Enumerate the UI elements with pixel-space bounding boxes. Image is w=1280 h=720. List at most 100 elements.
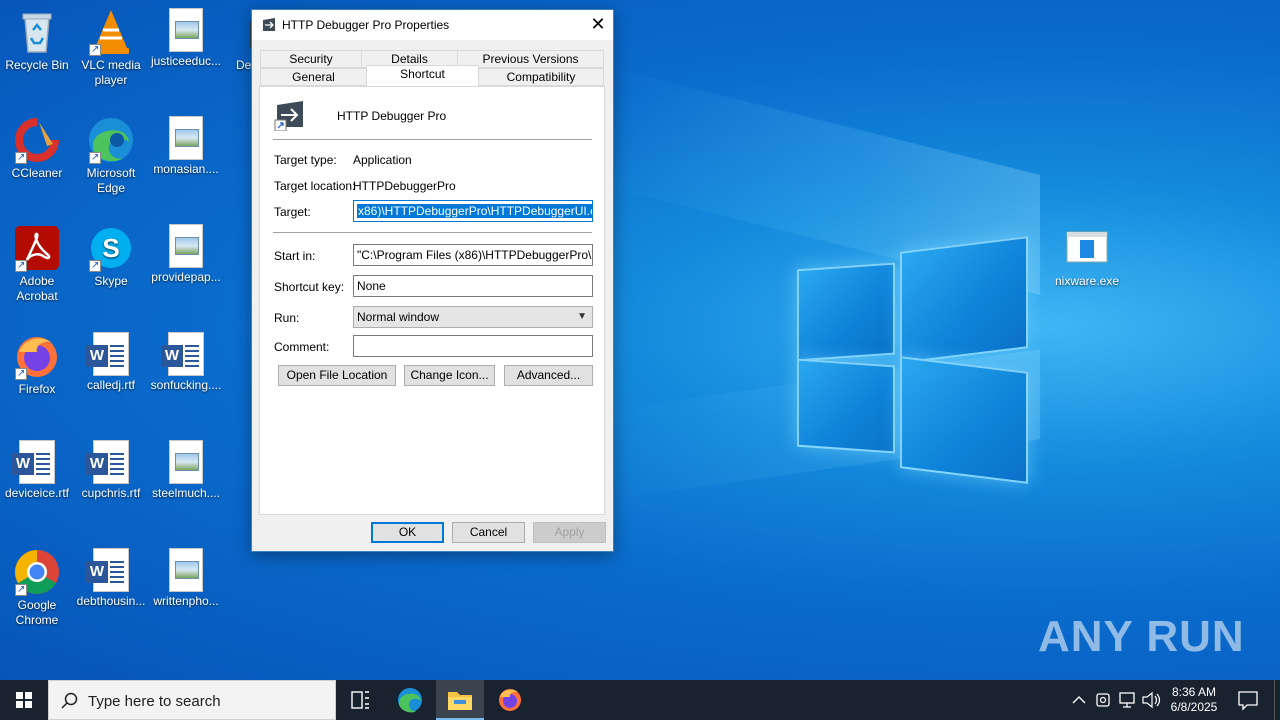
desktop-icon-calledj-rtf[interactable]: W calledj.rtf xyxy=(74,332,148,393)
http-debugger-icon xyxy=(261,17,277,33)
image-file-icon xyxy=(169,8,203,52)
desktop-icon-steelmuch[interactable]: steelmuch.... xyxy=(149,440,223,501)
desktop-icon-writtenpho[interactable]: writtenpho... xyxy=(149,548,223,609)
taskbar-firefox-button[interactable] xyxy=(486,680,534,720)
desktop-icon-vlc[interactable]: VLC media player xyxy=(74,8,148,88)
desktop-icon-debthousin[interactable]: W debthousin... xyxy=(74,548,148,609)
tab-previous-versions[interactable]: Previous Versions xyxy=(457,50,604,68)
tray-device-button[interactable] xyxy=(1092,680,1114,720)
word-document-icon: W xyxy=(161,332,204,376)
desktop-icon-label: deviceice.rtf xyxy=(4,486,70,500)
image-file-icon xyxy=(169,116,203,160)
desktop-icon-label: monasian.... xyxy=(153,162,219,176)
vlc-icon xyxy=(87,8,135,57)
target-field[interactable]: x86)\HTTPDebuggerPro\HTTPDebuggerUI.exe" xyxy=(353,200,593,222)
target-label: Target: xyxy=(274,205,311,219)
comment-field[interactable] xyxy=(353,335,593,357)
desktop-icon-ccleaner[interactable]: CCleaner xyxy=(0,116,74,181)
tab-shortcut[interactable]: Shortcut xyxy=(366,65,479,86)
desktop-icon-recycle-bin[interactable]: Recycle Bin xyxy=(0,8,74,73)
tray-network-button[interactable] xyxy=(1116,680,1138,720)
desktop-icon-monasian[interactable]: monasian.... xyxy=(149,116,223,177)
folder-icon xyxy=(448,692,472,710)
show-hidden-icons-button[interactable] xyxy=(1068,680,1090,720)
taskbar-search-box[interactable]: Type here to search xyxy=(48,680,336,720)
desktop-icon-cupchris-rtf[interactable]: W cupchris.rtf xyxy=(74,440,148,501)
ccleaner-icon xyxy=(13,116,61,165)
edge-icon xyxy=(398,688,422,713)
desktop-icon-skype[interactable]: S Skype xyxy=(74,224,148,289)
desktop-icon-sonfucking[interactable]: W sonfucking.... xyxy=(149,332,223,393)
target-location-label: Target location: xyxy=(274,179,356,193)
desktop-icon-label: Microsoft Edge xyxy=(86,166,136,195)
advanced-button[interactable]: Advanced... xyxy=(504,365,593,386)
desktop-icon-label: steelmuch.... xyxy=(151,486,221,500)
run-select-value: Normal window xyxy=(357,310,440,324)
shortcut-arrow-icon xyxy=(89,150,101,165)
start-in-field[interactable]: "C:\Program Files (x86)\HTTPDebuggerPro\… xyxy=(353,244,593,266)
desktop-icon-adobe-acrobat[interactable]: Adobe Acrobat xyxy=(0,224,74,304)
desktop-icon-deviceice-rtf[interactable]: W deviceice.rtf xyxy=(0,440,74,501)
change-icon-button[interactable]: Change Icon... xyxy=(404,365,495,386)
tab-compatibility[interactable]: Compatibility xyxy=(478,68,604,86)
comment-label: Comment: xyxy=(274,340,330,354)
action-center-button[interactable] xyxy=(1232,680,1264,720)
search-icon xyxy=(61,692,78,709)
windows-logo-pane xyxy=(900,236,1028,364)
target-type-value: Application xyxy=(353,153,412,167)
desktop-icon-justiceeduc[interactable]: justiceeduc... xyxy=(149,8,223,69)
open-file-location-button[interactable]: Open File Location xyxy=(278,365,396,386)
close-icon[interactable]: ✕ xyxy=(583,10,613,40)
desktop-icon-label: cupchris.rtf xyxy=(81,486,141,500)
desktop-icon-label: providepap... xyxy=(151,270,221,284)
dialog-titlebar[interactable]: HTTP Debugger Pro Properties ✕ xyxy=(252,10,613,40)
taskbar-file-explorer-button[interactable] xyxy=(436,680,484,720)
run-select[interactable]: Normal window ▼ xyxy=(353,306,593,328)
windows-logo-pane xyxy=(797,358,895,454)
search-placeholder: Type here to search xyxy=(88,693,221,710)
skype-icon: S xyxy=(87,224,135,273)
app-icon xyxy=(274,99,306,132)
anyrun-watermark: ANY RUN xyxy=(1038,612,1245,661)
shortcut-key-field[interactable]: None xyxy=(353,275,593,297)
shortcut-arrow-icon xyxy=(15,366,27,381)
shortcut-arrow-icon xyxy=(15,258,27,273)
apply-button[interactable]: Apply xyxy=(533,522,606,543)
desktop-icon-google-chrome[interactable]: Google Chrome xyxy=(0,548,74,628)
windows-start-icon xyxy=(16,692,32,708)
tab-security[interactable]: Security xyxy=(260,50,362,68)
image-file-icon xyxy=(169,440,203,484)
desktop-icon-label: Recycle Bin xyxy=(5,58,69,72)
task-view-icon xyxy=(351,691,369,709)
edge-icon xyxy=(87,116,135,165)
desktop-icon-label: sonfucking.... xyxy=(150,378,222,392)
ok-button[interactable]: OK xyxy=(371,522,444,543)
desktop-icon-firefox[interactable]: Firefox xyxy=(0,332,74,397)
task-view-button[interactable] xyxy=(336,680,384,720)
divider xyxy=(273,232,592,233)
desktop-icon-label: writtenpho... xyxy=(153,594,219,608)
acrobat-icon xyxy=(13,224,61,273)
word-document-icon: W xyxy=(86,332,129,376)
desktop-icon-nixware-exe[interactable]: nixware.exe xyxy=(1050,224,1124,289)
desktop-icon-label: debthousin... xyxy=(76,594,146,608)
shortcut-arrow-icon xyxy=(15,150,27,165)
tab-general[interactable]: General xyxy=(260,68,367,86)
taskbar-edge-button[interactable] xyxy=(386,680,434,720)
start-button[interactable] xyxy=(0,680,48,720)
desktop-icon-label: Google Chrome xyxy=(15,598,59,627)
desktop-icon-label: Firefox xyxy=(18,382,56,396)
chevron-up-icon xyxy=(1072,696,1086,704)
app-name: HTTP Debugger Pro xyxy=(337,109,447,123)
volume-icon xyxy=(1142,691,1161,709)
show-desktop-button[interactable] xyxy=(1274,680,1280,720)
desktop-icon-providepap[interactable]: providepap... xyxy=(149,224,223,285)
cancel-button[interactable]: Cancel xyxy=(452,522,525,543)
taskbar-clock[interactable]: 8:36 AM 6/8/2025 xyxy=(1164,685,1224,715)
tray-volume-button[interactable] xyxy=(1140,680,1162,720)
network-icon xyxy=(1119,692,1135,708)
chrome-icon xyxy=(13,548,61,597)
run-label: Run: xyxy=(274,311,300,325)
desktop-icon-microsoft-edge[interactable]: Microsoft Edge xyxy=(74,116,148,196)
desktop-icon-label: Skype xyxy=(94,274,128,288)
